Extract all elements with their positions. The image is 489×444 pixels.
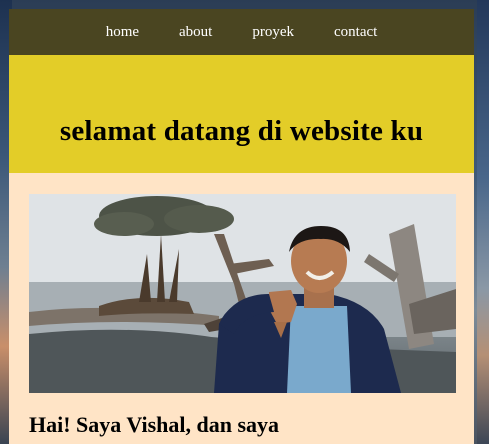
page-title: selamat datang di website ku	[59, 115, 424, 147]
beach-photo-illustration	[29, 194, 456, 393]
nav-link-home[interactable]: home	[106, 24, 139, 41]
page-container: home about proyek contact selamat datang…	[9, 9, 474, 444]
hero-banner: selamat datang di website ku	[9, 55, 474, 173]
main-content: Hai! Saya Vishal, dan saya	[9, 173, 474, 438]
background-right	[477, 0, 489, 444]
nav-link-about[interactable]: about	[179, 24, 212, 41]
top-navigation: home about proyek contact	[9, 9, 474, 55]
nav-link-contact[interactable]: contact	[334, 24, 377, 41]
profile-photo	[29, 194, 456, 393]
nav-link-proyek[interactable]: proyek	[252, 24, 294, 41]
intro-heading: Hai! Saya Vishal, dan saya	[29, 412, 280, 437]
